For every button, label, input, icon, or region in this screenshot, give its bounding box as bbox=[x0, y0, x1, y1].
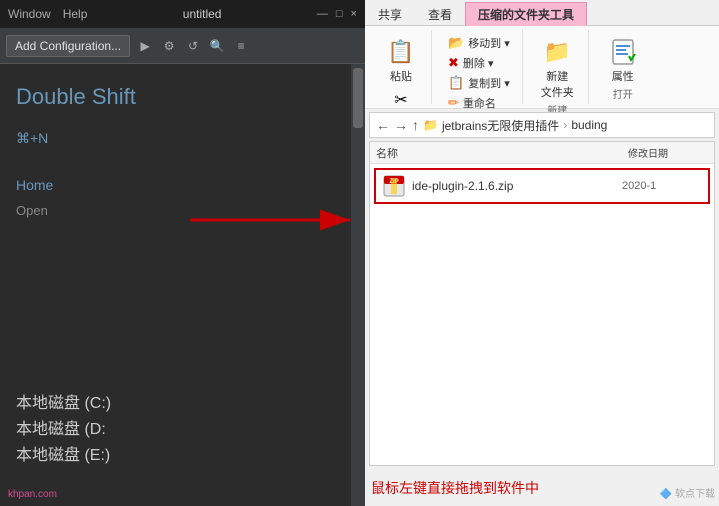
zip-file-icon: ZIP bbox=[382, 174, 406, 198]
file-name: ide-plugin-2.1.6.zip bbox=[412, 179, 622, 193]
rename-icon: ✏ bbox=[448, 95, 459, 111]
watermark-left: khpan.com bbox=[8, 489, 57, 500]
ribbon: 共享 查看 压缩的文件夹工具 📋 粘贴 ✂ 剪贴板 📂 移动到 ▾ bbox=[365, 0, 719, 109]
address-path: 📁 jetbrains无限使用插件 › buding bbox=[423, 117, 607, 134]
add-configuration-button[interactable]: Add Configuration... bbox=[6, 35, 130, 57]
explorer-panel: 共享 查看 压缩的文件夹工具 📋 粘贴 ✂ 剪贴板 📂 移动到 ▾ bbox=[365, 0, 719, 506]
col-date-header: 修改日期 bbox=[628, 145, 708, 160]
disk-list: 本地磁盘 (C:) 本地磁盘 (D: 本地磁盘 (E:) bbox=[16, 388, 111, 466]
window-controls[interactable]: — □ × bbox=[317, 8, 357, 20]
new-item-shortcut[interactable]: ⌘+N bbox=[16, 130, 349, 147]
properties-icon bbox=[607, 36, 639, 68]
watermark-icon: 🔷 bbox=[660, 489, 672, 500]
new-folder-button[interactable]: 📁 新建 文件夹 bbox=[535, 34, 580, 102]
move-icon: 📂 bbox=[448, 35, 464, 51]
disk-d[interactable]: 本地磁盘 (D: bbox=[16, 414, 111, 440]
search-icon[interactable]: 🔍 bbox=[208, 37, 226, 55]
menu-help[interactable]: Help bbox=[63, 7, 88, 21]
col-name-header: 名称 bbox=[376, 145, 628, 161]
refresh-icon[interactable]: ↺ bbox=[184, 37, 202, 55]
double-shift-shortcut[interactable]: Double Shift bbox=[16, 84, 349, 110]
paste-icon: 📋 bbox=[385, 36, 417, 68]
open-group-label: 打开 bbox=[613, 86, 633, 101]
nav-up-btn[interactable]: ↑ bbox=[412, 117, 419, 133]
nav-forward-btn[interactable]: → bbox=[394, 117, 408, 133]
ide-toolbar: Add Configuration... ▶ ⚙ ↺ 🔍 ≡ bbox=[0, 28, 365, 64]
path-separator: › bbox=[563, 118, 567, 132]
organize-group: 📂 移动到 ▾ ✖ 删除 ▾ 📋 复制到 ▾ ✏ 重命名 bbox=[436, 30, 523, 104]
ribbon-tabs: 共享 查看 压缩的文件夹工具 bbox=[365, 0, 719, 26]
tab-share[interactable]: 共享 bbox=[365, 2, 415, 26]
ide-window-title: untitled bbox=[183, 7, 222, 21]
path-root[interactable]: jetbrains无限使用插件 bbox=[442, 117, 559, 134]
properties-button[interactable]: 属性 bbox=[601, 34, 645, 86]
disk-e[interactable]: 本地磁盘 (E:) bbox=[16, 440, 111, 466]
ribbon-content: 📋 粘贴 ✂ 剪贴板 📂 移动到 ▾ ✖ 删除 ▾ bbox=[365, 26, 719, 108]
menu-window[interactable]: Window bbox=[8, 7, 51, 21]
settings-icon[interactable]: ⚙ bbox=[160, 37, 178, 55]
ide-menu[interactable]: Window Help bbox=[8, 7, 87, 21]
copy-icon: 📋 bbox=[448, 75, 464, 91]
open-link[interactable]: Home bbox=[16, 177, 349, 193]
scroll-thumb[interactable] bbox=[353, 68, 363, 128]
disk-c[interactable]: 本地磁盘 (C:) bbox=[16, 388, 111, 414]
organize-buttons: 📂 移动到 ▾ ✖ 删除 ▾ 📋 复制到 ▾ ✏ 重命名 bbox=[444, 34, 514, 112]
cut-button[interactable]: ✂ bbox=[394, 90, 407, 110]
watermark-right: 🔷 软点下载 bbox=[660, 485, 715, 500]
file-area: 名称 修改日期 ZIP ide-plugin-2.1.6.zip 2020-1 bbox=[369, 141, 715, 466]
menu-icon[interactable]: ≡ bbox=[232, 37, 250, 55]
rename-button[interactable]: ✏ 重命名 bbox=[444, 94, 514, 112]
copy-to-button[interactable]: 📋 复制到 ▾ bbox=[444, 74, 514, 92]
file-date: 2020-1 bbox=[622, 180, 702, 192]
new-group: 📁 新建 文件夹 新建 bbox=[527, 30, 589, 104]
open-label: Open bbox=[16, 203, 349, 218]
run-icon[interactable]: ▶ bbox=[136, 37, 154, 55]
folder-icon: 📁 bbox=[423, 118, 438, 132]
tab-view[interactable]: 查看 bbox=[415, 2, 465, 26]
scrollbar[interactable] bbox=[351, 64, 365, 506]
path-current[interactable]: buding bbox=[571, 118, 607, 132]
address-bar: ← → ↑ 📁 jetbrains无限使用插件 › buding bbox=[369, 112, 715, 138]
paste-button[interactable]: 📋 粘贴 bbox=[379, 34, 423, 86]
file-list-header: 名称 修改日期 bbox=[370, 142, 714, 164]
move-to-button[interactable]: 📂 移动到 ▾ bbox=[444, 34, 514, 52]
nav-back-btn[interactable]: ← bbox=[376, 117, 390, 133]
ide-content: Double Shift ⌘+N Home Open 本地磁盘 (C:) 本地磁… bbox=[0, 64, 365, 506]
delete-icon: ✖ bbox=[448, 55, 459, 71]
new-folder-icon: 📁 bbox=[541, 36, 573, 68]
maximize-btn[interactable]: □ bbox=[336, 8, 343, 20]
open-group: 属性 打开 bbox=[593, 30, 653, 104]
tab-compress-tools[interactable]: 压缩的文件夹工具 bbox=[465, 2, 587, 26]
ide-titlebar: Window Help untitled — □ × bbox=[0, 0, 365, 28]
clipboard-group: 📋 粘贴 ✂ 剪贴板 bbox=[371, 30, 432, 104]
minimize-btn[interactable]: — bbox=[317, 8, 328, 20]
delete-button[interactable]: ✖ 删除 ▾ bbox=[444, 54, 514, 72]
close-btn[interactable]: × bbox=[351, 8, 357, 20]
file-row[interactable]: ZIP ide-plugin-2.1.6.zip 2020-1 bbox=[374, 168, 710, 204]
ide-panel: Window Help untitled — □ × Add Configura… bbox=[0, 0, 365, 506]
